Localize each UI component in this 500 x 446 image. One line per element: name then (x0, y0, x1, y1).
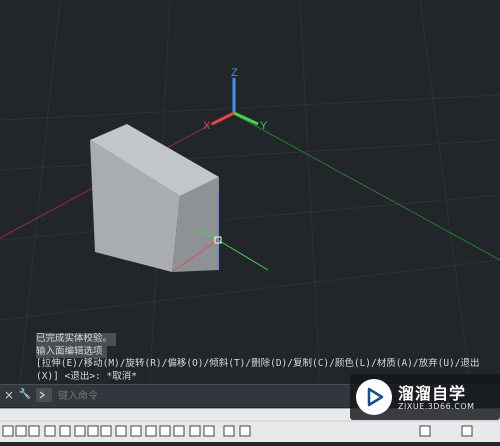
isodraft-icon[interactable] (74, 425, 86, 437)
annotation-monitor-icon[interactable] (223, 425, 235, 437)
command-prompt-icon[interactable] (36, 388, 52, 402)
history-line-1: 已完成实体校验。 (34, 333, 500, 346)
customize-icon[interactable] (461, 425, 473, 437)
watermark-url: ZIXUE.3D66.COM (398, 402, 475, 411)
watermark-title: 溜溜自学 (398, 384, 467, 403)
play-glyph-icon (367, 387, 384, 407)
watermark-logo: 溜溜自学 ZIXUE.3D66.COM (350, 374, 500, 420)
prompt-glyph-icon (39, 391, 46, 399)
units-icon[interactable] (239, 425, 251, 437)
dyn-icon[interactable] (145, 425, 157, 437)
ducs-icon[interactable] (130, 425, 142, 437)
3d-osnap-icon[interactable] (115, 425, 127, 437)
transparency-icon[interactable] (173, 425, 185, 437)
selection-cycling-icon[interactable] (203, 425, 215, 437)
quick-properties-icon[interactable] (189, 425, 201, 437)
model-space-icon[interactable] (2, 425, 14, 437)
lineweight-icon[interactable] (159, 425, 171, 437)
drawing-viewport[interactable]: Z X Y (0, 0, 500, 382)
grid-icon[interactable] (15, 425, 27, 437)
osnap-icon[interactable] (100, 425, 112, 437)
otrack-icon[interactable] (87, 425, 99, 437)
history-line-2: 输入面编辑选项 (34, 345, 500, 358)
close-icon[interactable]: × (2, 388, 16, 402)
history-line-3: [拉伸(E)/移动(M)/旋转(R)/偏移(O)/倾斜(T)/删除(D)/复制(… (36, 358, 480, 369)
ucs-y-label: Y (260, 120, 268, 132)
ortho-icon[interactable] (44, 425, 56, 437)
viewport-canvas[interactable]: Z X Y (0, 0, 500, 382)
workspace-icon[interactable] (419, 425, 431, 437)
ucs-x-label: X (203, 120, 211, 132)
wrench-icon[interactable]: 🔧 (18, 388, 32, 402)
ucs-z-label: Z (231, 67, 238, 79)
command-input[interactable] (56, 388, 350, 405)
play-logo-icon (356, 379, 392, 415)
viewport-background (0, 0, 500, 382)
polar-icon[interactable] (59, 425, 71, 437)
snap-icon[interactable] (28, 425, 40, 437)
